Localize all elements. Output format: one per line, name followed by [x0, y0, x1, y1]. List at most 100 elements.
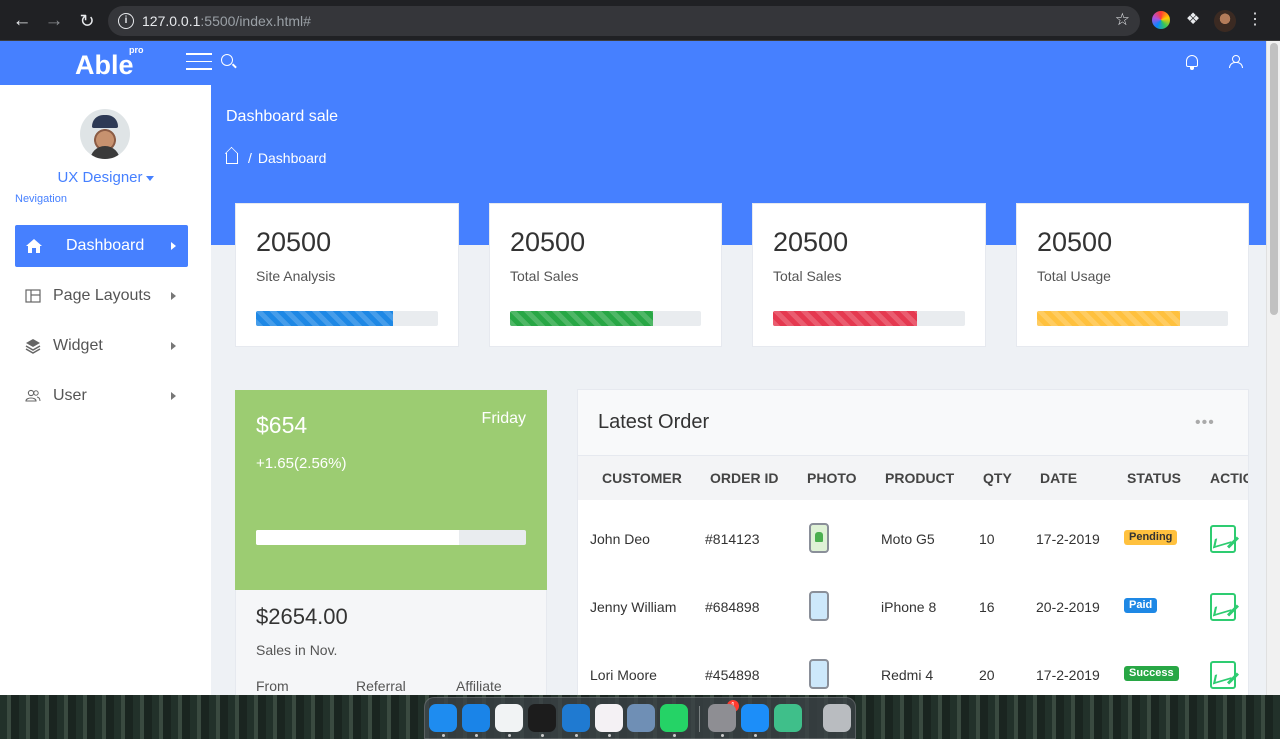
stat-label: Total Sales [773, 268, 842, 284]
revenue-progress-fill [256, 530, 459, 545]
status-badge: Success [1124, 666, 1179, 681]
chart-edit-icon[interactable] [1210, 525, 1236, 553]
system-preferences-icon[interactable] [708, 704, 736, 732]
qty-cell: 10 [979, 531, 995, 547]
back-icon[interactable]: ← [10, 9, 34, 33]
stat-value: 20500 [1037, 227, 1113, 257]
notification-bell-icon[interactable] [1186, 55, 1198, 70]
stat-progress-track [256, 311, 438, 326]
more-horizontal-icon[interactable]: ••• [1195, 414, 1215, 432]
search-icon[interactable] [221, 54, 233, 66]
running-indicator [475, 734, 478, 737]
url-text[interactable]: 127.0.0.1:5500/index.html# [142, 13, 311, 29]
whatsapp-icon[interactable] [660, 704, 688, 732]
table-row[interactable]: John Deo #814123 Moto G5 10 17-2-2019 Pe… [578, 506, 1248, 574]
caret-down-icon [145, 175, 154, 181]
product-cell: Moto G5 [881, 531, 935, 547]
forward-icon[interactable]: → [42, 9, 66, 33]
latest-order-card: Latest Order ••• CUSTOMER ORDER ID PHOTO… [577, 389, 1249, 695]
stat-card: 20500 Site Analysis [235, 203, 459, 347]
sales-column-label: Referral [356, 678, 406, 694]
column-header[interactable]: PHOTO [807, 470, 857, 486]
running-indicator [754, 734, 757, 737]
running-indicator [673, 734, 676, 737]
stat-label: Site Analysis [256, 268, 336, 284]
sidebar-item-widget[interactable]: Widget [15, 325, 188, 367]
chevron-right-icon [171, 242, 176, 250]
sidebar-item-user[interactable]: User [15, 375, 188, 417]
sidebar-item-page-layouts[interactable]: Page Layouts [15, 275, 188, 317]
slack-icon[interactable] [595, 704, 623, 732]
product-cell: iPhone 8 [881, 599, 937, 615]
atom-icon[interactable] [774, 704, 802, 732]
android-phone-icon [809, 523, 829, 553]
app-logo[interactable]: Able [75, 51, 134, 79]
url-path: :5500/index.html# [200, 13, 311, 29]
column-header[interactable]: QTY [983, 470, 1012, 486]
revenue-card: $654 Friday +1.65(2.56%) [235, 390, 547, 590]
stat-value: 20500 [510, 227, 586, 257]
page-scrollbar[interactable] [1266, 41, 1280, 695]
color-extension-icon[interactable] [1152, 11, 1170, 29]
profile-avatar[interactable] [1214, 10, 1236, 32]
logo-area: Able pro [0, 41, 211, 85]
scrollbar-thumb[interactable] [1270, 43, 1278, 315]
sales-total: $2654.00 [256, 604, 348, 629]
bookmark-star-icon[interactable]: ☆ [1115, 10, 1130, 30]
table-row[interactable]: Jenny William #684898 iPhone 8 16 20-2-2… [578, 574, 1248, 642]
customer-cell: John Deo [590, 531, 650, 547]
customer-cell: Jenny William [590, 599, 677, 615]
vscode-icon[interactable] [562, 704, 590, 732]
user-account-icon[interactable] [1229, 55, 1243, 68]
safari-icon[interactable] [462, 704, 490, 732]
revenue-day: Friday [481, 410, 526, 427]
user-role-label: UX Designer [57, 169, 143, 186]
stat-card: 20500 Total Sales [752, 203, 986, 347]
trash-icon[interactable] [823, 704, 851, 732]
stat-progress-track [510, 311, 701, 326]
table-header: CUSTOMER ORDER ID PHOTO PRODUCT QTY DATE… [578, 456, 1248, 500]
column-header[interactable]: PRODUCT [885, 470, 954, 486]
chevron-right-icon [171, 392, 176, 400]
browser-toolbar: ← → ↻ i 127.0.0.1:5500/index.html# ☆ ❖ ⋮ [0, 0, 1280, 41]
user-role-dropdown[interactable]: UX Designer [0, 169, 211, 186]
column-header[interactable]: ACTIO [1210, 470, 1248, 486]
url-host: 127.0.0.1 [142, 13, 201, 29]
stat-card: 20500 Total Sales [489, 203, 722, 347]
date-cell: 20-2-2019 [1036, 599, 1100, 615]
order-id-cell: #684898 [705, 599, 760, 615]
user-avatar[interactable] [80, 109, 130, 159]
reload-icon[interactable]: ↻ [75, 9, 99, 33]
site-info-icon[interactable]: i [118, 13, 134, 29]
order-id-cell: #814123 [705, 531, 760, 547]
chart-edit-icon[interactable] [1210, 661, 1236, 689]
app-store-icon[interactable] [741, 704, 769, 732]
column-header[interactable]: CUSTOMER [602, 470, 682, 486]
browser-menu-icon[interactable]: ⋮ [1246, 11, 1264, 29]
qty-cell: 20 [979, 667, 995, 683]
iphone-icon [809, 591, 829, 621]
sidebar-item-label: Dashboard [66, 237, 145, 254]
app-viewport: Able pro UX Designer Nevigation Dashboar… [0, 41, 1266, 695]
product-cell: Redmi 4 [881, 667, 934, 683]
column-header[interactable]: DATE [1040, 470, 1077, 486]
table-row[interactable]: Lori Moore #454898 Redmi 4 20 17-2-2019 … [578, 642, 1248, 695]
chrome-icon[interactable] [495, 704, 523, 732]
column-header[interactable]: STATUS [1127, 470, 1181, 486]
order-id-cell: #454898 [705, 667, 760, 683]
breadcrumb-current[interactable]: Dashboard [258, 150, 327, 166]
sidebar-item-dashboard[interactable]: Dashboard [15, 225, 188, 267]
sales-column-label: Affiliate [456, 678, 502, 694]
terminal-icon[interactable] [528, 704, 556, 732]
chart-edit-icon[interactable] [1210, 593, 1236, 621]
menu-toggle-icon[interactable] [186, 53, 212, 71]
preview-icon[interactable] [627, 704, 655, 732]
extensions-puzzle-icon[interactable]: ❖ [1184, 11, 1202, 29]
column-header[interactable]: ORDER ID [710, 470, 778, 486]
address-bar[interactable]: i 127.0.0.1:5500/index.html# ☆ [108, 6, 1140, 36]
logo-pro-tag: pro [129, 45, 144, 55]
app-header: Able pro [0, 41, 1266, 85]
running-indicator [721, 734, 724, 737]
finder-icon[interactable] [429, 704, 457, 732]
home-icon[interactable] [226, 153, 238, 164]
